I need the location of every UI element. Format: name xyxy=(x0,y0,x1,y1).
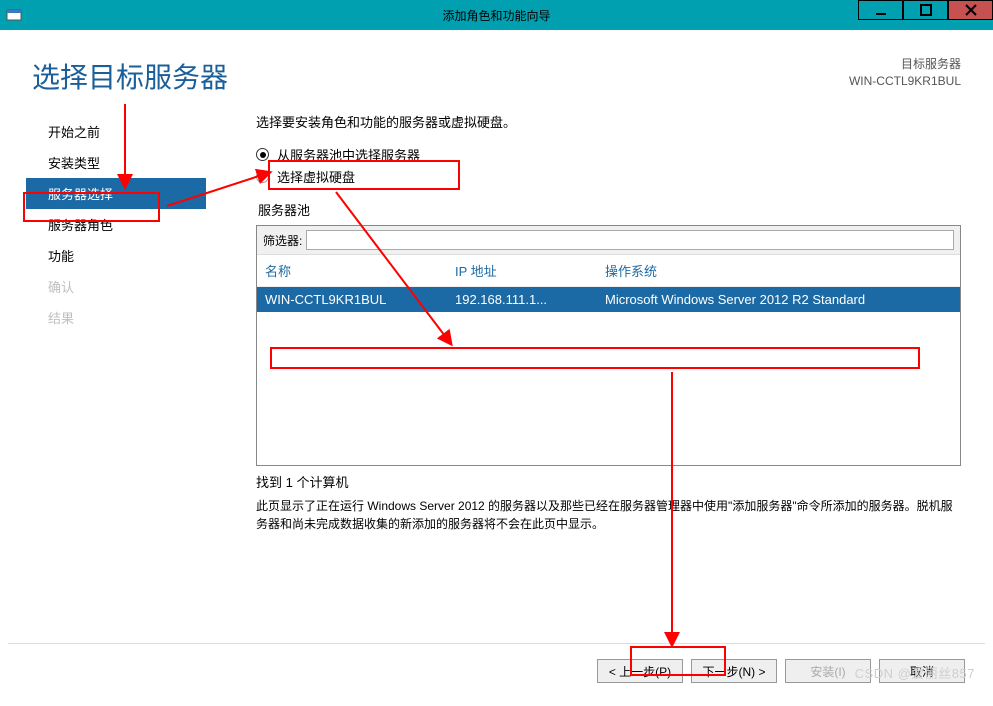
close-button[interactable] xyxy=(948,0,993,20)
radio-icon xyxy=(256,148,269,161)
destination-label: 目标服务器 xyxy=(849,56,961,73)
wizard-footer: < 上一步(P) 下一步(N) > 安装(I) 取消 xyxy=(8,643,985,698)
destination-block: 目标服务器 WIN-CCTL9KR1BUL xyxy=(849,56,961,96)
filter-row: 筛选器: xyxy=(257,226,960,255)
server-grid: 名称 IP 地址 操作系统 WIN-CCTL9KR1BUL 192.168.11… xyxy=(257,255,960,465)
nav-installation-type[interactable]: 安装类型 xyxy=(26,147,206,178)
nav-confirmation: 确认 xyxy=(26,271,206,302)
window-buttons xyxy=(858,0,993,20)
server-pool-box: 筛选器: 名称 IP 地址 操作系统 WIN-CCTL9KR1BUL 192.1… xyxy=(256,225,961,466)
radio-icon xyxy=(256,170,269,183)
table-row[interactable]: WIN-CCTL9KR1BUL 192.168.111.1... Microso… xyxy=(257,287,960,312)
next-button[interactable]: 下一步(N) > xyxy=(691,659,777,683)
destination-value: WIN-CCTL9KR1BUL xyxy=(849,73,961,90)
found-count: 找到 1 个计算机 xyxy=(256,472,961,491)
wizard-nav: 开始之前 安装类型 服务器选择 服务器角色 功能 确认 结果 xyxy=(26,110,206,533)
minimize-button[interactable] xyxy=(858,0,903,20)
page-header: 选择目标服务器 目标服务器 WIN-CCTL9KR1BUL xyxy=(8,38,985,108)
radio-vhd-label: 选择虚拟硬盘 xyxy=(277,167,355,186)
grid-header: 名称 IP 地址 操作系统 xyxy=(257,255,960,287)
window-title: 添加角色和功能向导 xyxy=(442,7,550,24)
radio-pool-label: 从服务器池中选择服务器 xyxy=(277,145,420,164)
grid-body: WIN-CCTL9KR1BUL 192.168.111.1... Microso… xyxy=(257,287,960,465)
instruction-text: 选择要安装角色和功能的服务器或虚拟硬盘。 xyxy=(256,112,961,131)
cell-name: WIN-CCTL9KR1BUL xyxy=(265,292,455,307)
filter-input[interactable] xyxy=(306,230,954,250)
wizard-icon xyxy=(6,7,22,23)
nav-results: 结果 xyxy=(26,302,206,333)
titlebar: 添加角色和功能向导 xyxy=(0,0,993,30)
main-panel: 选择要安装角色和功能的服务器或虚拟硬盘。 从服务器池中选择服务器 选择虚拟硬盘 … xyxy=(206,110,961,533)
maximize-button[interactable] xyxy=(903,0,948,20)
col-os-header[interactable]: 操作系统 xyxy=(605,261,952,280)
server-pool-label: 服务器池 xyxy=(258,200,961,219)
cell-os: Microsoft Windows Server 2012 R2 Standar… xyxy=(605,292,952,307)
page-heading: 选择目标服务器 xyxy=(32,56,228,96)
notes-text: 此页显示了正在运行 Windows Server 2012 的服务器以及那些已经… xyxy=(256,497,961,533)
nav-server-roles[interactable]: 服务器角色 xyxy=(26,209,206,240)
previous-button[interactable]: < 上一步(P) xyxy=(597,659,683,683)
watermark: CSDN @爱丽丝857 xyxy=(855,663,975,682)
filter-label: 筛选器: xyxy=(263,232,302,249)
col-name-header[interactable]: 名称 xyxy=(265,261,455,280)
radio-select-vhd[interactable]: 选择虚拟硬盘 xyxy=(256,167,961,186)
wizard-page: 选择目标服务器 目标服务器 WIN-CCTL9KR1BUL 开始之前 安装类型 … xyxy=(8,38,985,636)
nav-server-selection[interactable]: 服务器选择 xyxy=(26,178,206,209)
col-ip-header[interactable]: IP 地址 xyxy=(455,261,605,280)
nav-before-you-begin[interactable]: 开始之前 xyxy=(26,116,206,147)
radio-select-from-pool[interactable]: 从服务器池中选择服务器 xyxy=(256,145,961,164)
radio-group-destination: 从服务器池中选择服务器 选择虚拟硬盘 xyxy=(256,145,961,186)
nav-features[interactable]: 功能 xyxy=(26,240,206,271)
cell-ip: 192.168.111.1... xyxy=(455,292,605,307)
